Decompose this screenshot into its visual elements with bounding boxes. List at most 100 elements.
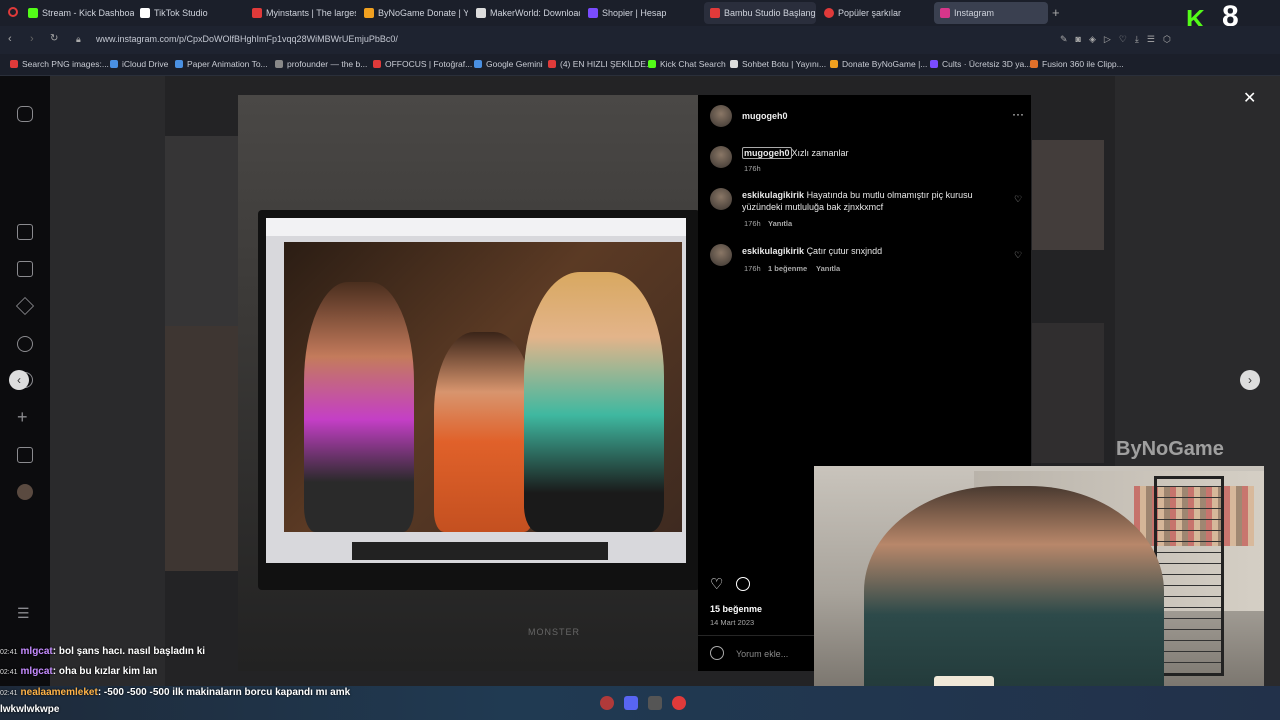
youtube-icon	[548, 60, 556, 68]
comment: eskikulagikirik Hayatında bu mutlu olmam…	[742, 189, 992, 213]
bookmark-item[interactable]: Cults · Ücretsiz 3D ya...	[930, 59, 1031, 69]
discord-taskbar-icon[interactable]	[624, 696, 638, 710]
forward-icon[interactable]: ›	[30, 33, 34, 45]
download-icon[interactable]: ⤓	[1135, 34, 1139, 46]
chat-message-continued: lwkwlwkwpe	[0, 704, 60, 715]
profile-avatar[interactable]	[17, 484, 33, 500]
author-avatar[interactable]	[710, 105, 732, 127]
youtube-icon	[710, 8, 720, 18]
instagram-logo-icon[interactable]	[17, 106, 33, 122]
bookmark-icon	[373, 60, 381, 68]
post-image[interactable]: MONSTER	[238, 95, 698, 671]
bookmark-item[interactable]: Google Gemini	[474, 59, 543, 69]
photo-viewer-toolbar	[266, 218, 686, 236]
comment-input[interactable]: Yorum ekle...	[736, 649, 788, 659]
bookmark-item[interactable]: Kick Chat Search	[648, 59, 726, 69]
like-comment-icon[interactable]: ♡	[1014, 251, 1023, 260]
comment-username[interactable]: eskikulagikirik	[742, 246, 804, 256]
more-options-icon[interactable]: ···	[1012, 107, 1024, 121]
bookmark-item[interactable]: OFFOCUS | Fotoğraf...	[373, 59, 472, 69]
new-tab-button[interactable]: +	[1052, 5, 1060, 20]
caption: mugogeh0 Xızlı zamanlar	[742, 147, 849, 159]
create-icon[interactable]: +	[17, 408, 33, 426]
webcam-feed	[814, 466, 1264, 720]
post-date: 14 Mart 2023	[710, 618, 755, 627]
back-icon[interactable]: ‹	[8, 33, 12, 45]
bookmark-icon	[175, 60, 183, 68]
search-icon[interactable]	[17, 336, 33, 352]
like-heart-icon[interactable]: ♡	[710, 575, 723, 593]
comment-time: 176h	[744, 264, 761, 273]
shopier-icon	[588, 8, 598, 18]
address-bar: ‹ › ↻ 🔒︎ www.instagram.com/p/CpxDoWOlfBH…	[0, 26, 1280, 54]
opera-logo-icon[interactable]	[8, 7, 18, 17]
menu-icon[interactable]: ☰	[1147, 34, 1155, 46]
reply-link[interactable]: Yanıtla	[816, 264, 840, 273]
like-count[interactable]: 15 beğenme	[710, 604, 762, 614]
tab-populer-sarkilar[interactable]: Popüler şarkılar	[818, 2, 930, 24]
emoji-icon[interactable]	[710, 646, 724, 660]
caption-username[interactable]: mugogeh0	[742, 147, 792, 159]
comment-username[interactable]: eskikulagikirik	[742, 190, 804, 200]
bookmark-item[interactable]: Search PNG images:...	[10, 59, 109, 69]
direct-icon[interactable]	[15, 296, 35, 316]
heart-icon[interactable]: ♡	[1119, 34, 1127, 46]
reels-icon[interactable]	[17, 261, 33, 277]
bookmark-icon	[1030, 60, 1038, 68]
tab-kick-dashboard[interactable]: Stream - Kick Dashboard	[22, 2, 134, 24]
dashboard-icon[interactable]	[17, 447, 33, 463]
tab-tiktok-studio[interactable]: TikTok Studio	[134, 2, 244, 24]
app-taskbar-icon[interactable]	[648, 696, 662, 710]
bookmark-item[interactable]: Sohbet Botu | Yayını...	[730, 59, 826, 69]
tab-bambu-studio[interactable]: Bambu Studio Başlangıç E	[704, 2, 816, 24]
comment-likes[interactable]: 1 beğenme	[768, 264, 807, 273]
comment-bubble-icon[interactable]	[736, 577, 750, 591]
home-icon[interactable]	[17, 224, 33, 240]
record-taskbar-icon[interactable]	[672, 696, 686, 710]
tab-instagram[interactable]: Instagram	[934, 2, 1048, 24]
next-post-button[interactable]: ›	[1240, 370, 1260, 390]
comment-avatar[interactable]	[710, 188, 732, 210]
makerworld-icon	[476, 8, 486, 18]
monitor-screen	[266, 218, 686, 563]
close-icon[interactable]: ✕	[1243, 88, 1256, 108]
caption-avatar[interactable]	[710, 146, 732, 168]
family-photo	[284, 242, 682, 560]
previous-post-button[interactable]: ‹	[9, 370, 29, 390]
comment: eskikulagikirik Çatır çutur snxjndd	[742, 245, 992, 257]
bookmark-item[interactable]: profounder — the b...	[275, 59, 367, 69]
toolbar-icons: ✎ ◙ ◈ ▷ ♡ ⤓ ☰ ⬡	[1060, 34, 1240, 46]
caption-text: Xızlı zamanlar	[791, 148, 849, 158]
opera-taskbar-icon[interactable]	[600, 696, 614, 710]
bookmark-item[interactable]: Paper Animation To...	[175, 59, 268, 69]
reply-link[interactable]: Yanıtla	[768, 219, 792, 228]
camera-icon[interactable]: ◙	[1076, 34, 1081, 46]
kick-icon	[28, 8, 38, 18]
monitor-photo	[258, 210, 698, 590]
url-field[interactable]: www.instagram.com/p/CpxDoWOlfBHghImFp1vq…	[96, 34, 398, 44]
tab-myinstants[interactable]: Myinstants | The largest in	[246, 2, 356, 24]
icloud-icon	[110, 60, 118, 68]
tab-shopier[interactable]: Shopier | Hesap	[582, 2, 692, 24]
play-icon[interactable]: ▷	[1104, 34, 1111, 46]
lock-icon: 🔒︎	[76, 34, 81, 44]
more-menu-icon[interactable]: ☰	[17, 606, 33, 622]
edit-icon[interactable]: ✎	[1060, 34, 1068, 46]
chat-message: 02:41 mlgcat: oha bu kızlar kim lan	[0, 666, 158, 677]
comment-avatar[interactable]	[710, 244, 732, 266]
person-left	[304, 282, 414, 532]
bookmark-item[interactable]: Fusion 360 ile Clipp...	[1030, 59, 1124, 69]
bookmark-item[interactable]: iCloud Drive	[110, 59, 168, 69]
tab-makerworld[interactable]: MakerWorld: Download F	[470, 2, 580, 24]
instagram-sidebar: + ☰	[0, 76, 50, 720]
comment-time: 176h	[744, 219, 761, 228]
tab-bynogame[interactable]: ByNoGame Donate | Yayın	[358, 2, 468, 24]
reload-icon[interactable]: ↻	[50, 33, 58, 44]
youtube-music-icon	[824, 8, 834, 18]
author-username[interactable]: mugogeh0	[742, 111, 788, 121]
extension-icon[interactable]: ⬡	[1163, 34, 1171, 46]
shield-icon[interactable]: ◈	[1089, 34, 1096, 46]
like-comment-icon[interactable]: ♡	[1014, 195, 1023, 204]
bookmark-item[interactable]: Donate ByNoGame |...	[830, 59, 927, 69]
bookmark-item[interactable]: (4) EN HIZLI ŞEKİLDE...	[548, 59, 653, 69]
